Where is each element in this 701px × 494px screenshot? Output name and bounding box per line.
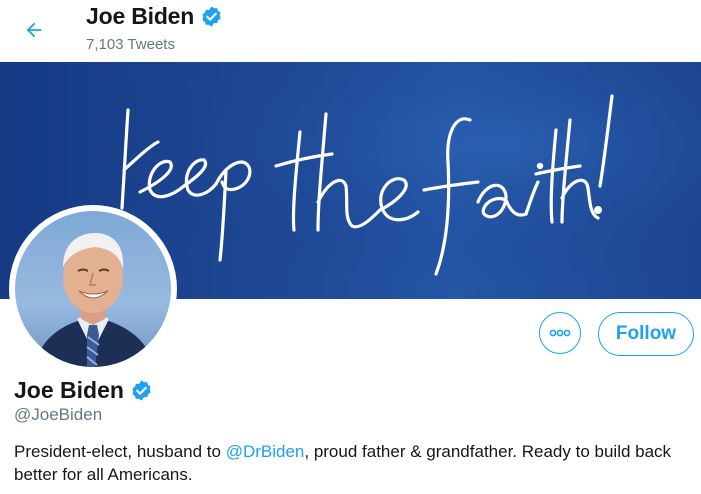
bio-text-start: President-elect, husband to [14, 442, 226, 461]
header-name-text: Joe Biden [86, 3, 195, 29]
more-options-button[interactable] [539, 312, 581, 354]
profile-name-text: Joe Biden [14, 377, 124, 403]
profile-avatar[interactable] [9, 205, 177, 373]
mention-link[interactable]: @DrBiden [226, 442, 305, 461]
more-dots-icon [549, 329, 571, 337]
profile-display-name: Joe Biden [14, 377, 153, 404]
arrow-left-icon [26, 22, 42, 38]
profile-handle: @JoeBiden [14, 405, 103, 424]
header-title: Joe Biden [86, 3, 223, 30]
avatar-photo [15, 211, 171, 367]
profile-header: Joe Biden 7,103 Tweets [0, 0, 701, 62]
portrait-illustration [33, 233, 155, 367]
back-button[interactable] [16, 12, 52, 48]
tweet-count: 7,103 Tweets [86, 36, 175, 53]
profile-bio: President-elect, husband to @DrBiden, pr… [14, 440, 694, 486]
verified-badge-icon [202, 6, 221, 27]
verified-badge-icon [132, 380, 151, 401]
follow-button[interactable]: Follow [598, 312, 694, 356]
